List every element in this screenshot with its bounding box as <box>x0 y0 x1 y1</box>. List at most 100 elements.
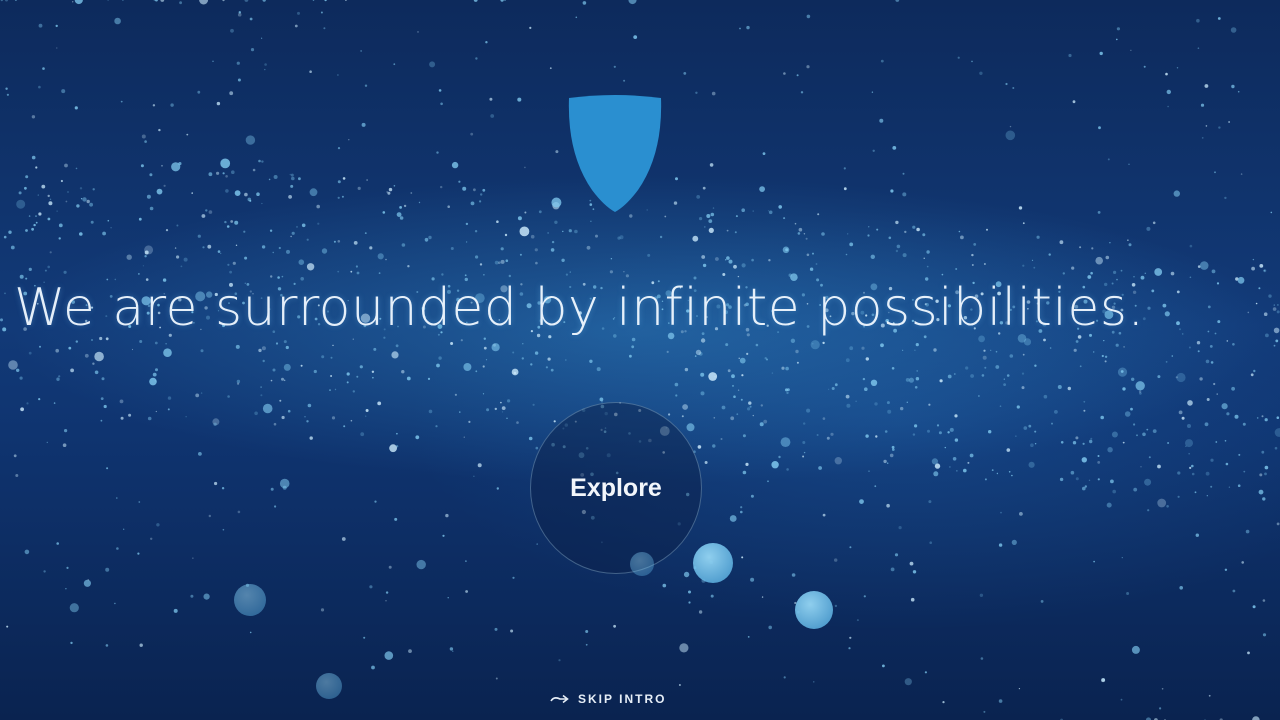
particle <box>256 192 260 196</box>
particle <box>1188 346 1191 349</box>
skip-intro-button[interactable]: SKIP INTRO <box>550 689 666 709</box>
particle <box>939 379 943 383</box>
particle <box>561 258 565 262</box>
particle <box>1110 479 1114 484</box>
particle <box>1205 359 1210 364</box>
particle <box>971 253 974 257</box>
particle <box>1208 694 1211 697</box>
particle <box>334 388 337 391</box>
particle <box>933 348 937 352</box>
particle <box>235 344 240 349</box>
particle <box>984 478 987 481</box>
particle <box>60 179 64 183</box>
explore-button[interactable]: Explore <box>530 402 702 574</box>
particle <box>1112 489 1116 494</box>
particle <box>845 358 850 363</box>
particle <box>70 641 73 645</box>
particle <box>586 245 591 250</box>
particle <box>610 258 613 260</box>
particle <box>427 377 431 380</box>
particle <box>207 244 212 249</box>
particle <box>783 676 786 679</box>
particle <box>285 345 289 350</box>
shield-icon <box>568 95 662 212</box>
particle <box>741 374 744 377</box>
arrow-right-icon <box>550 694 569 704</box>
particle <box>131 348 134 351</box>
particle <box>261 37 263 39</box>
particle <box>1166 89 1172 95</box>
particle <box>330 356 333 359</box>
particle <box>1126 592 1130 595</box>
particle <box>260 386 262 388</box>
particle <box>1016 405 1020 409</box>
particle <box>902 253 907 258</box>
particle <box>550 368 554 372</box>
particle <box>882 664 885 668</box>
particle <box>700 338 706 343</box>
particle <box>1133 423 1136 426</box>
particle <box>891 367 895 370</box>
particle <box>1274 446 1278 450</box>
particle <box>377 401 382 406</box>
particle <box>105 644 109 647</box>
particle <box>128 413 132 417</box>
particle <box>155 368 158 372</box>
particle <box>688 590 691 594</box>
particle <box>119 399 124 404</box>
particle <box>1131 645 1140 654</box>
particle <box>849 346 854 351</box>
particle <box>1258 489 1264 495</box>
particle <box>337 240 341 243</box>
particle <box>971 60 973 63</box>
particle <box>926 265 929 268</box>
particle <box>262 0 266 2</box>
particle <box>220 252 222 255</box>
particle <box>692 235 699 242</box>
particle <box>337 196 340 199</box>
particle <box>300 364 303 367</box>
particle <box>786 468 789 471</box>
particle <box>393 185 396 187</box>
particle <box>1264 465 1269 470</box>
particle <box>139 340 143 343</box>
particle <box>953 373 956 375</box>
particle <box>1012 87 1015 89</box>
particle <box>686 423 695 432</box>
particle <box>1005 130 1016 141</box>
particle <box>694 355 697 357</box>
particle <box>465 560 467 562</box>
particle <box>729 515 737 522</box>
particle <box>1204 84 1209 88</box>
particle <box>1167 105 1169 108</box>
particle <box>92 188 95 191</box>
particle <box>1128 243 1132 247</box>
particle <box>480 193 483 196</box>
particle <box>1073 348 1077 352</box>
particle <box>969 453 974 458</box>
particle <box>272 368 276 372</box>
particle <box>369 585 373 589</box>
particle <box>979 593 984 597</box>
particle <box>565 273 569 276</box>
particle <box>337 74 339 76</box>
particle <box>137 552 140 555</box>
particle <box>990 349 992 351</box>
particle <box>904 230 907 234</box>
particle <box>928 403 931 406</box>
particle <box>1130 407 1133 411</box>
particle <box>902 349 904 351</box>
particle <box>954 438 959 442</box>
particle <box>438 356 442 360</box>
particle <box>10 245 15 250</box>
particle <box>330 375 333 377</box>
particle <box>988 430 992 434</box>
particle <box>475 57 478 60</box>
particle <box>1225 462 1229 466</box>
particle <box>760 404 763 407</box>
particle <box>468 420 471 423</box>
particle <box>530 234 535 239</box>
particle <box>158 128 161 132</box>
particle <box>62 443 67 448</box>
particle <box>436 151 439 154</box>
